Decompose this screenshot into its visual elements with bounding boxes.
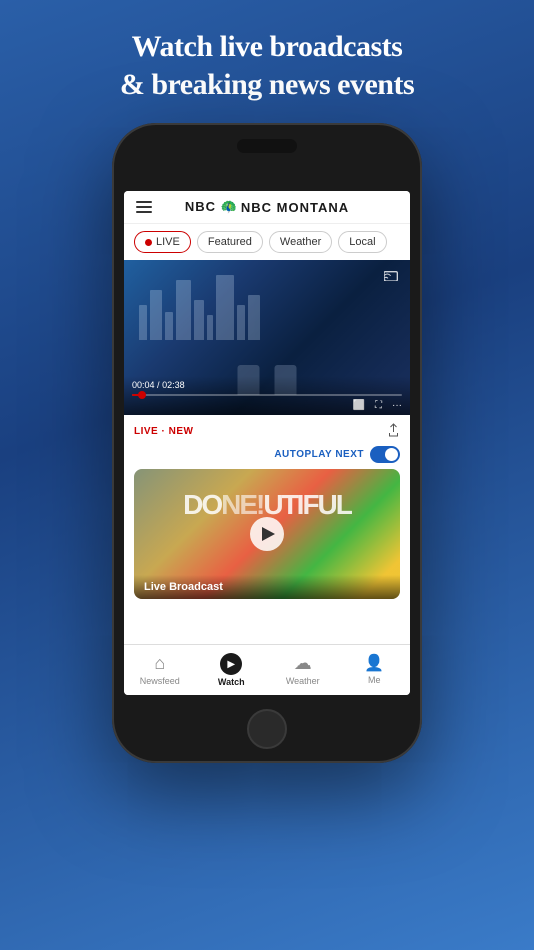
nbc-peacock-icon: NBC 🦚: [185, 199, 238, 215]
more-options-icon[interactable]: ···: [392, 400, 402, 411]
tab-weather-label: Weather: [280, 236, 321, 248]
live-indicator-dot: [145, 239, 152, 246]
fullscreen-icon[interactable]: ⛶: [375, 400, 382, 411]
nbc-logo: NBC 🦚 NBC MONTANA: [185, 199, 349, 215]
phone-device: NBC 🦚 NBC MONTANA LIVE Featured Weather …: [112, 123, 422, 763]
nav-item-newsfeed[interactable]: ⌂ Newsfeed: [124, 650, 196, 690]
me-label: Me: [368, 675, 381, 685]
newsfeed-icon: ⌂: [154, 653, 165, 674]
play-button-overlay[interactable]: [250, 517, 284, 551]
me-icon: 👤: [364, 653, 384, 673]
weather-label: Weather: [286, 676, 320, 686]
progress-fill: [132, 394, 143, 396]
tab-local-label: Local: [349, 236, 375, 248]
app-headline: Watch live broadcasts & breaking news ev…: [90, 0, 444, 123]
watch-label: Watch: [218, 677, 245, 687]
autoplay-label: AUTOPLAY NEXT: [274, 449, 364, 460]
progress-dot: [138, 391, 146, 399]
bottom-navigation: ⌂ Newsfeed ▶ Watch ☁ Weather 👤 Me: [124, 644, 410, 695]
total-time: 02:38: [162, 380, 185, 390]
nav-item-watch[interactable]: ▶ Watch: [196, 650, 268, 690]
content-area: LIVE · NEW AUTOPLAY NEXT DONE!UTIFUL: [124, 415, 410, 644]
tab-weather[interactable]: Weather: [269, 231, 332, 253]
nav-item-me[interactable]: 👤 Me: [339, 650, 411, 690]
tab-featured[interactable]: Featured: [197, 231, 263, 253]
watch-icon: ▶: [220, 653, 242, 675]
phone-notch: [237, 139, 297, 153]
autoplay-toggle[interactable]: [370, 446, 400, 463]
tab-live-label: LIVE: [156, 236, 180, 248]
hamburger-menu-button[interactable]: [136, 201, 152, 213]
phone-home-button[interactable]: [247, 709, 287, 749]
control-icons-row: ⬜ ⛶ ···: [132, 400, 402, 411]
city-background: [124, 260, 410, 340]
phone-screen: NBC 🦚 NBC MONTANA LIVE Featured Weather …: [124, 191, 410, 695]
toggle-knob: [385, 448, 398, 461]
video-player[interactable]: 00:04 / 02:38 ⬜ ⛶ ···: [124, 260, 410, 415]
video-card[interactable]: DONE!UTIFUL Live Broadcast: [134, 469, 400, 599]
play-triangle-icon: [262, 527, 275, 541]
video-card-title: Live Broadcast: [134, 575, 400, 599]
app-header: NBC 🦚 NBC MONTANA: [124, 191, 410, 224]
autoplay-row: AUTOPLAY NEXT: [124, 444, 410, 469]
current-time: 00:04: [132, 380, 155, 390]
nav-item-weather[interactable]: ☁ Weather: [267, 650, 339, 690]
station-name: NBC MONTANA: [241, 200, 349, 215]
newsfeed-label: Newsfeed: [140, 676, 180, 686]
share-icon[interactable]: [387, 423, 400, 440]
video-controls: 00:04 / 02:38 ⬜ ⛶ ···: [124, 376, 410, 415]
tab-featured-label: Featured: [208, 236, 252, 248]
video-time-display: 00:04 / 02:38: [132, 380, 402, 390]
filter-tabs-bar: LIVE Featured Weather Local: [124, 224, 410, 260]
live-label-row: LIVE · NEW: [124, 415, 410, 444]
tab-local[interactable]: Local: [338, 231, 386, 253]
tab-live[interactable]: LIVE: [134, 231, 191, 253]
live-new-badge: LIVE · NEW: [134, 426, 193, 437]
subtitles-icon[interactable]: ⬜: [353, 400, 365, 411]
weather-icon: ☁: [294, 653, 312, 674]
progress-bar[interactable]: [132, 394, 402, 396]
cast-icon[interactable]: [384, 268, 400, 284]
